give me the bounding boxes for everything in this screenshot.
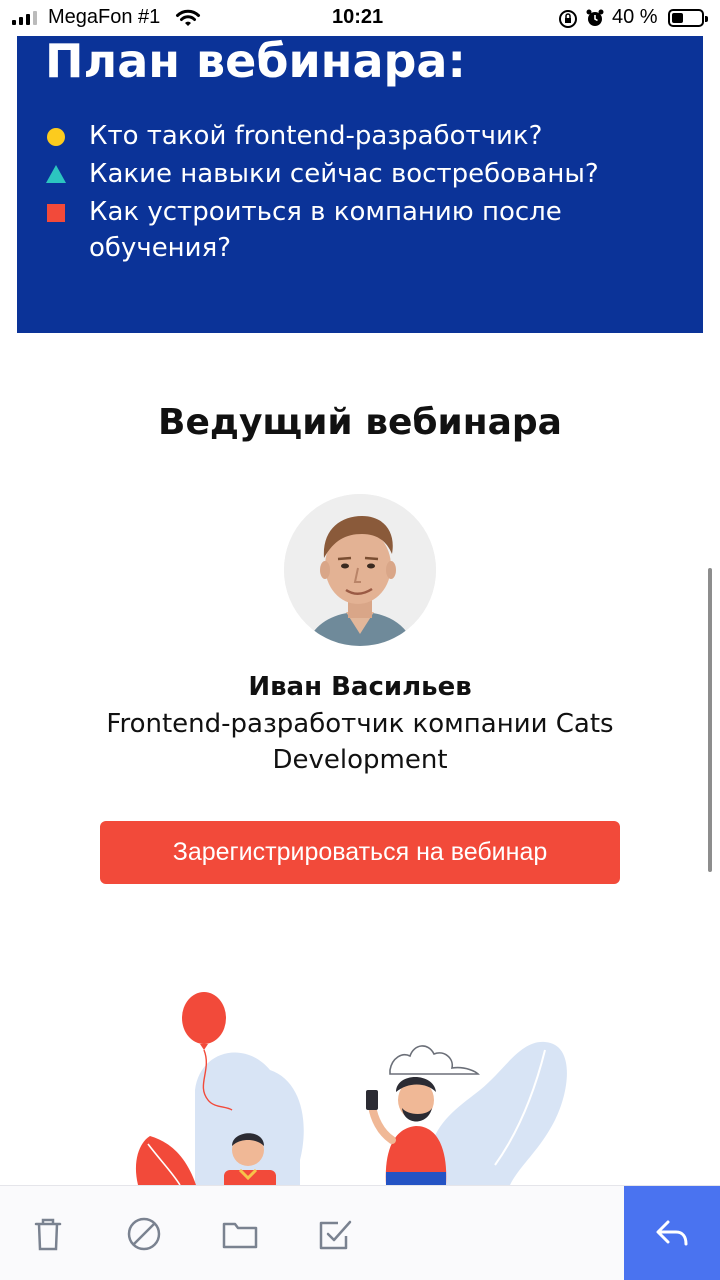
host-name: Иван Васильев: [248, 672, 472, 702]
mail-toolbar: [0, 1185, 720, 1280]
battery-percent: 40 %: [612, 6, 658, 28]
plan-item-text: Какие навыки сейчас востребованы?: [89, 159, 599, 189]
host-heading: Ведущий вебинара: [158, 402, 562, 443]
plan-item: Какие навыки сейчас востребованы?: [45, 156, 665, 192]
webinar-plan: План вебинара: Кто такой frontend-разраб…: [17, 36, 703, 333]
alarm-icon: [586, 9, 604, 26]
orientation-lock-icon: [559, 10, 577, 28]
decorative-illustration: [0, 960, 720, 1185]
folder-icon[interactable]: [220, 1214, 260, 1254]
scrollbar[interactable]: [708, 568, 712, 872]
status-bar: MegaFon #1 10:21 40 %: [0, 0, 720, 36]
plan-title: План вебинара:: [45, 36, 466, 88]
battery-icon: [668, 9, 708, 27]
host-role: Frontend-разработчик компании Cats Devel…: [106, 709, 614, 775]
clock: 10:21: [332, 6, 384, 28]
square-bullet-icon: [47, 204, 65, 222]
host-avatar: [284, 494, 436, 646]
plan-item-text: Кто такой frontend-разработчик?: [89, 121, 543, 151]
wifi-icon: [176, 9, 200, 26]
triangle-bullet-icon: [46, 165, 66, 183]
reply-icon: [656, 1220, 688, 1245]
circle-bullet-icon: [47, 128, 65, 146]
plan-item-text: Как устроиться в компанию после обучения…: [89, 197, 562, 263]
signal-icon: [12, 11, 37, 25]
block-icon[interactable]: [124, 1214, 164, 1254]
plan-item: Кто такой frontend-разработчик?: [45, 118, 665, 154]
trash-icon[interactable]: [28, 1214, 68, 1254]
check-square-icon[interactable]: [316, 1214, 356, 1254]
carrier-name: MegaFon #1: [48, 6, 161, 28]
register-button[interactable]: Зарегистрироваться на вебинар: [100, 821, 620, 884]
reply-button[interactable]: [624, 1186, 720, 1280]
plan-item: Как устроиться в компанию после обучения…: [45, 194, 665, 266]
plan-list: Кто такой frontend-разработчик? Какие на…: [45, 118, 665, 268]
